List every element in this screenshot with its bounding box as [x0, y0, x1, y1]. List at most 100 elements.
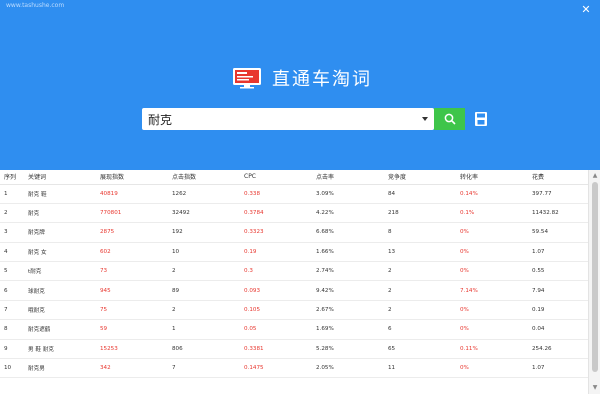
watermark: www.tashushe.com [6, 2, 65, 9]
col-header-cost[interactable]: 花费 [528, 170, 588, 185]
cell-clicks: 10 [168, 242, 240, 263]
cell-conversion: 0% [456, 319, 528, 340]
search-icon [444, 113, 456, 125]
table-row[interactable]: 3 耐克牌 2875 192 0.3323 6.68% 8 0% 59.54 [0, 222, 588, 243]
cell-ctr: 3.09% [312, 184, 384, 204]
cell-clicks: 806 [168, 339, 240, 360]
table-row[interactable]: 1 耐克 鞋 40819 1262 0.338 3.09% 84 0.14% 397.77 [0, 184, 588, 204]
save-icon[interactable] [474, 111, 488, 127]
cell-keyword: 球耐克 [24, 280, 96, 301]
cell-conversion: 0.14% [456, 184, 528, 204]
table-row[interactable]: 8 耐克遮鹤 59 1 0.05 1.69% 6 0% 0.04 [0, 319, 588, 340]
app-header: www.tashushe.com ✕ 直通车淘词 [0, 0, 600, 170]
table-row[interactable]: 10 耐克男 342 7 0.1475 2.05% 11 0% 1.07 [0, 358, 588, 379]
cell-keyword: 耐克 鞋 [24, 184, 96, 204]
cell-keyword: 耐克男 [24, 358, 96, 379]
col-header-keyword[interactable]: 关键词 [24, 170, 96, 185]
chevron-down-icon[interactable] [418, 108, 432, 130]
cell-conversion: 0.1% [456, 203, 528, 224]
col-header-cpc[interactable]: CPC [240, 170, 312, 185]
cell-competition: 2 [384, 261, 456, 282]
cell-ctr: 6.68% [312, 222, 384, 243]
cell-ctr: 9.42% [312, 280, 384, 301]
cell-competition: 218 [384, 203, 456, 224]
cell-cost: 0.04 [528, 319, 588, 340]
cell-index: 8 [0, 319, 24, 340]
cell-keyword: 耐克牌 [24, 222, 96, 243]
cell-conversion: 7.14% [456, 280, 528, 301]
keyword-table-area: 序列 关键词 展现指数 点击指数 CPC 点击率 竞争度 转化率 花费 1 耐克 … [0, 170, 600, 394]
cell-cpc: 0.3381 [240, 339, 312, 360]
cell-competition: 13 [384, 242, 456, 263]
table-row[interactable]: 2 耐克 770801 32492 0.3784 4.22% 218 0.1% 11432.82 [0, 203, 588, 224]
cell-index: 10 [0, 358, 24, 379]
cell-cost: 11432.82 [528, 203, 588, 224]
cell-ctr: 1.69% [312, 319, 384, 340]
cell-conversion: 0% [456, 222, 528, 243]
table-row[interactable]: 6 球耐克 945 89 0.093 9.42% 2 7.14% 7.94 [0, 280, 588, 301]
cell-ctr: 4.22% [312, 203, 384, 224]
cell-keyword: 耐克 女 [24, 242, 96, 263]
cell-ctr: 5.28% [312, 339, 384, 360]
table-row[interactable]: 9男 鞋 耐克 15253 806 0.3381 5.28% 65 0.11% 254.26 [0, 339, 588, 360]
cell-conversion: 0% [456, 261, 528, 282]
cell-conversion: 0% [456, 242, 528, 263]
cell-ctr: 2.74% [312, 261, 384, 282]
cell-cpc: 0.19 [240, 242, 312, 263]
cell-index: 6 [0, 280, 24, 301]
cell-cpc: 0.093 [240, 280, 312, 301]
cell-impressions: 945 [96, 280, 168, 301]
cell-clicks: 7 [168, 358, 240, 379]
col-header-clicks[interactable]: 点击指数 [168, 170, 240, 185]
cell-index: 7 [0, 300, 24, 321]
cell-impressions: 75 [96, 300, 168, 321]
cell-index: 3 [0, 222, 24, 243]
col-header-impressions[interactable]: 展现指数 [96, 170, 168, 185]
cell-index: 1 [0, 184, 24, 204]
cell-impressions: 602 [96, 242, 168, 263]
cell-cpc: 0.1475 [240, 358, 312, 379]
cell-competition: 65 [384, 339, 456, 360]
cell-keyword: 耐克遮鹤 [24, 319, 96, 340]
cell-conversion: 0% [456, 300, 528, 321]
cell-keyword: t耐克 [24, 261, 96, 282]
vertical-scrollbar[interactable]: ▲ ▼ [588, 170, 600, 394]
table-header-row: 序列 关键词 展现指数 点击指数 CPC 点击率 竞争度 转化率 花费 [0, 170, 588, 185]
cell-cpc: 0.105 [240, 300, 312, 321]
cell-competition: 6 [384, 319, 456, 340]
cell-cost: 397.77 [528, 184, 588, 204]
col-header-conversion[interactable]: 转化率 [456, 170, 528, 185]
cell-ctr: 2.67% [312, 300, 384, 321]
search-input[interactable] [142, 108, 418, 130]
scroll-up-icon[interactable]: ▲ [591, 172, 599, 180]
cell-cost: 1.07 [528, 242, 588, 263]
cell-cost: 0.55 [528, 261, 588, 282]
cell-competition: 11 [384, 358, 456, 379]
cell-index: 2 [0, 203, 24, 224]
col-header-ctr[interactable]: 点击率 [312, 170, 384, 185]
cell-cost: 59.54 [528, 222, 588, 243]
cell-cpc: 0.3323 [240, 222, 312, 243]
brand: 直通车淘词 [232, 66, 372, 90]
keyword-table: 序列 关键词 展现指数 点击指数 CPC 点击率 竞争度 转化率 花费 1 耐克 … [0, 170, 588, 379]
cell-cost: 7.94 [528, 280, 588, 301]
app-title: 直通车淘词 [272, 69, 372, 90]
cell-keyword: 男 鞋 耐克 [24, 339, 96, 360]
table-row[interactable]: 7 哦耐克 75 2 0.105 2.67% 2 0% 0.19 [0, 300, 588, 321]
col-header-index[interactable]: 序列 [0, 170, 24, 185]
cell-clicks: 192 [168, 222, 240, 243]
scroll-down-icon[interactable]: ▼ [591, 384, 599, 392]
search-button[interactable] [434, 108, 465, 130]
cell-cost: 1.07 [528, 358, 588, 379]
cell-clicks: 2 [168, 261, 240, 282]
table-row[interactable]: 4 耐克 女 602 10 0.19 1.66% 13 0% 1.07 [0, 242, 588, 263]
scrollbar-thumb[interactable] [592, 182, 598, 372]
table-row[interactable]: 5 t耐克 73 2 0.3 2.74% 2 0% 0.55 [0, 261, 588, 282]
monitor-chart-icon [233, 68, 261, 89]
cell-clicks: 32492 [168, 203, 240, 224]
search-box [142, 108, 434, 130]
close-icon[interactable]: ✕ [580, 4, 592, 16]
cell-impressions: 342 [96, 358, 168, 379]
col-header-competition[interactable]: 竞争度 [384, 170, 456, 185]
cell-impressions: 770801 [96, 203, 168, 224]
